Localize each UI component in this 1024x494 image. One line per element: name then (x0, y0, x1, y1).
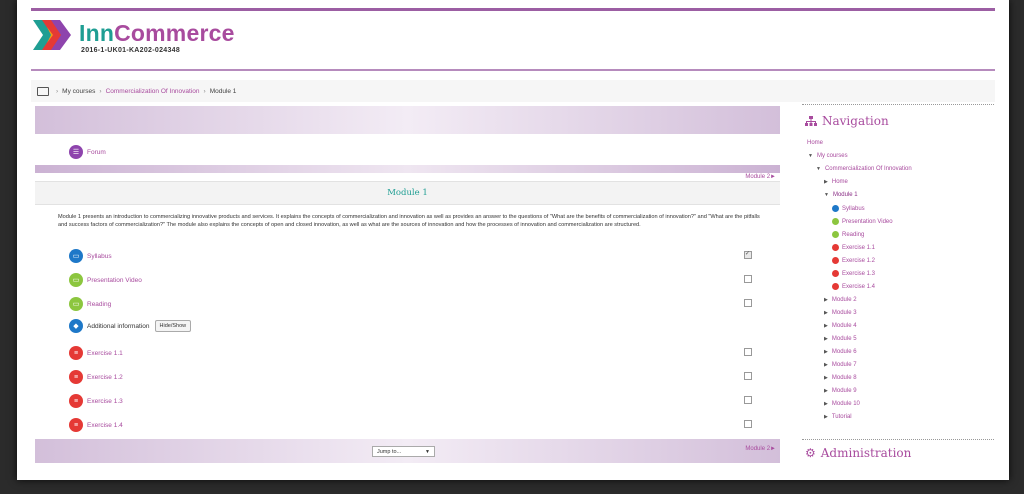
nav-module-7[interactable]: ▶ Module 7 (824, 362, 857, 368)
caret-right-icon: ▶ (824, 336, 828, 342)
list-icon (832, 283, 839, 290)
caret-right-icon: ▶ (824, 323, 828, 329)
caret-down-icon: ▼ (824, 192, 829, 198)
nav-bottom-divider (802, 439, 994, 440)
nav-module-5[interactable]: ▶ Module 5 (824, 336, 857, 342)
additional-information: ◆ Additional information Hide/Show (69, 319, 192, 333)
list-icon: ≡ (69, 346, 83, 360)
nav-my-courses[interactable]: ▼ My courses (808, 153, 848, 159)
sitemap-icon (805, 115, 817, 126)
nav-presentation-video[interactable]: Presentation Video (832, 218, 893, 225)
inncommerce-logo-icon[interactable] (33, 16, 73, 54)
nav-module-2[interactable]: ▶ Module 2 (824, 297, 857, 303)
nav-top-divider (802, 104, 994, 105)
nav-course[interactable]: ▼ Commercialization Of Innovation (816, 166, 912, 172)
breadcrumb-current: Module 1 (209, 87, 237, 95)
completion-checkbox-reading[interactable] (744, 299, 752, 307)
forum-link[interactable]: Forum (87, 149, 106, 156)
forum-icon: ☰ (69, 145, 83, 159)
tag-icon: ◆ (69, 319, 83, 333)
activity-syllabus[interactable]: ▭ Syllabus (69, 249, 112, 263)
monitor-icon: ▭ (69, 273, 83, 287)
completion-checkbox-syllabus[interactable]: ✓ (744, 251, 752, 259)
nav-reading[interactable]: Reading (832, 231, 864, 238)
hide-show-button[interactable]: Hide/Show (154, 320, 192, 332)
next-module-link-top[interactable]: Module 2► (745, 174, 776, 180)
completion-checkbox-exercise-1-3[interactable] (744, 396, 752, 404)
activity-exercise-1-2[interactable]: ≡ Exercise 1.2 (69, 370, 123, 384)
list-icon (832, 244, 839, 251)
breadcrumb: › My courses › Commercialization Of Inno… (31, 80, 995, 102)
nav-exercise-1-2[interactable]: Exercise 1.2 (832, 257, 875, 264)
nav-home[interactable]: Home (807, 140, 823, 146)
completion-checkbox-exercise-1-1[interactable] (744, 348, 752, 356)
caret-right-icon: ▶ (824, 414, 828, 420)
list-icon: ≡ (69, 370, 83, 384)
completion-checkbox-exercise-1-2[interactable] (744, 372, 752, 380)
course-content: ☰ Forum Module 2► Module 1 Module 1 pres… (35, 105, 780, 465)
completion-checkbox-exercise-1-4[interactable] (744, 420, 752, 428)
nav-exercise-1-3[interactable]: Exercise 1.3 (832, 270, 875, 277)
administration-title: ⚙ Administration (805, 446, 912, 460)
breadcrumb-course[interactable]: Commercialization Of Innovation (106, 88, 200, 95)
forum-activity[interactable]: ☰ Forum (69, 145, 106, 159)
caret-right-icon: ▶ (824, 375, 828, 381)
caret-right-icon: ▶ (824, 401, 828, 407)
nav-module-6[interactable]: ▶ Module 6 (824, 349, 857, 355)
next-module-link-bottom[interactable]: Module 2► (745, 446, 776, 452)
top-accent-line (31, 8, 995, 11)
gears-icon: ⚙ (805, 446, 816, 460)
activity-exercise-1-3[interactable]: ≡ Exercise 1.3 (69, 394, 123, 408)
monitor-icon: ▭ (69, 297, 83, 311)
page-icon: ▭ (69, 249, 83, 263)
caret-right-icon: ▶ (824, 362, 828, 368)
activity-reading[interactable]: ▭ Reading (69, 297, 111, 311)
nav-module-10[interactable]: ▶ Module 10 (824, 401, 860, 407)
caret-right-icon: ▶ (824, 179, 828, 185)
nav-module-3[interactable]: ▶ Module 3 (824, 310, 857, 316)
navigation-title: Navigation (805, 114, 994, 128)
list-icon (832, 257, 839, 264)
nav-tutorial[interactable]: ▶ Tutorial (824, 414, 852, 420)
nav-module-8[interactable]: ▶ Module 8 (824, 375, 857, 381)
page-frame: InnCommerce 2016-1-UK01-KA202-024348 › M… (17, 0, 1009, 480)
nav-syllabus[interactable]: Syllabus (832, 205, 865, 212)
section-header-band (35, 106, 780, 134)
activity-exercise-1-1[interactable]: ≡ Exercise 1.1 (69, 346, 123, 360)
section-divider-band (35, 165, 780, 173)
caret-right-icon: ▶ (824, 297, 828, 303)
navigation-block: Navigation Home ▼ My courses ▼ Commerciali… (802, 104, 994, 460)
list-icon (832, 270, 839, 277)
caret-down-icon: ▼ (816, 166, 821, 172)
list-icon: ≡ (69, 394, 83, 408)
activity-exercise-1-4[interactable]: ≡ Exercise 1.4 (69, 418, 123, 432)
chevron-down-icon: ▼ (425, 448, 430, 455)
brand-subtitle: 2016-1-UK01-KA202-024348 (81, 47, 181, 54)
nav-module-1[interactable]: ▼ Module 1 (824, 192, 858, 198)
module-summary: Module 1 presents an introduction to com… (58, 214, 760, 228)
monitor-icon (832, 231, 839, 238)
nav-exercise-1-1[interactable]: Exercise 1.1 (832, 244, 875, 251)
header-divider (31, 69, 995, 71)
breadcrumb-my-courses[interactable]: My courses (62, 88, 95, 95)
caret-right-icon: ▶ (824, 388, 828, 394)
nav-module-4[interactable]: ▶ Module 4 (824, 323, 857, 329)
list-icon: ≡ (69, 418, 83, 432)
caret-right-icon: ▶ (824, 349, 828, 355)
activity-presentation-video[interactable]: ▭ Presentation Video (69, 273, 142, 287)
nav-course-home[interactable]: ▶ Home (824, 179, 848, 185)
nav-module-9[interactable]: ▶ Module 9 (824, 388, 857, 394)
monitor-icon (832, 218, 839, 225)
nav-exercise-1-4[interactable]: Exercise 1.4 (832, 283, 875, 290)
brand-name[interactable]: InnCommerce (79, 20, 235, 47)
folder-icon[interactable] (37, 86, 49, 96)
caret-right-icon: ▶ (824, 310, 828, 316)
page-icon (832, 205, 839, 212)
module-title: Module 1 (35, 181, 780, 205)
jump-to-select[interactable]: Jump to... ▼ (372, 446, 435, 457)
completion-checkbox-presentation-video[interactable] (744, 275, 752, 283)
caret-down-icon: ▼ (808, 153, 813, 159)
